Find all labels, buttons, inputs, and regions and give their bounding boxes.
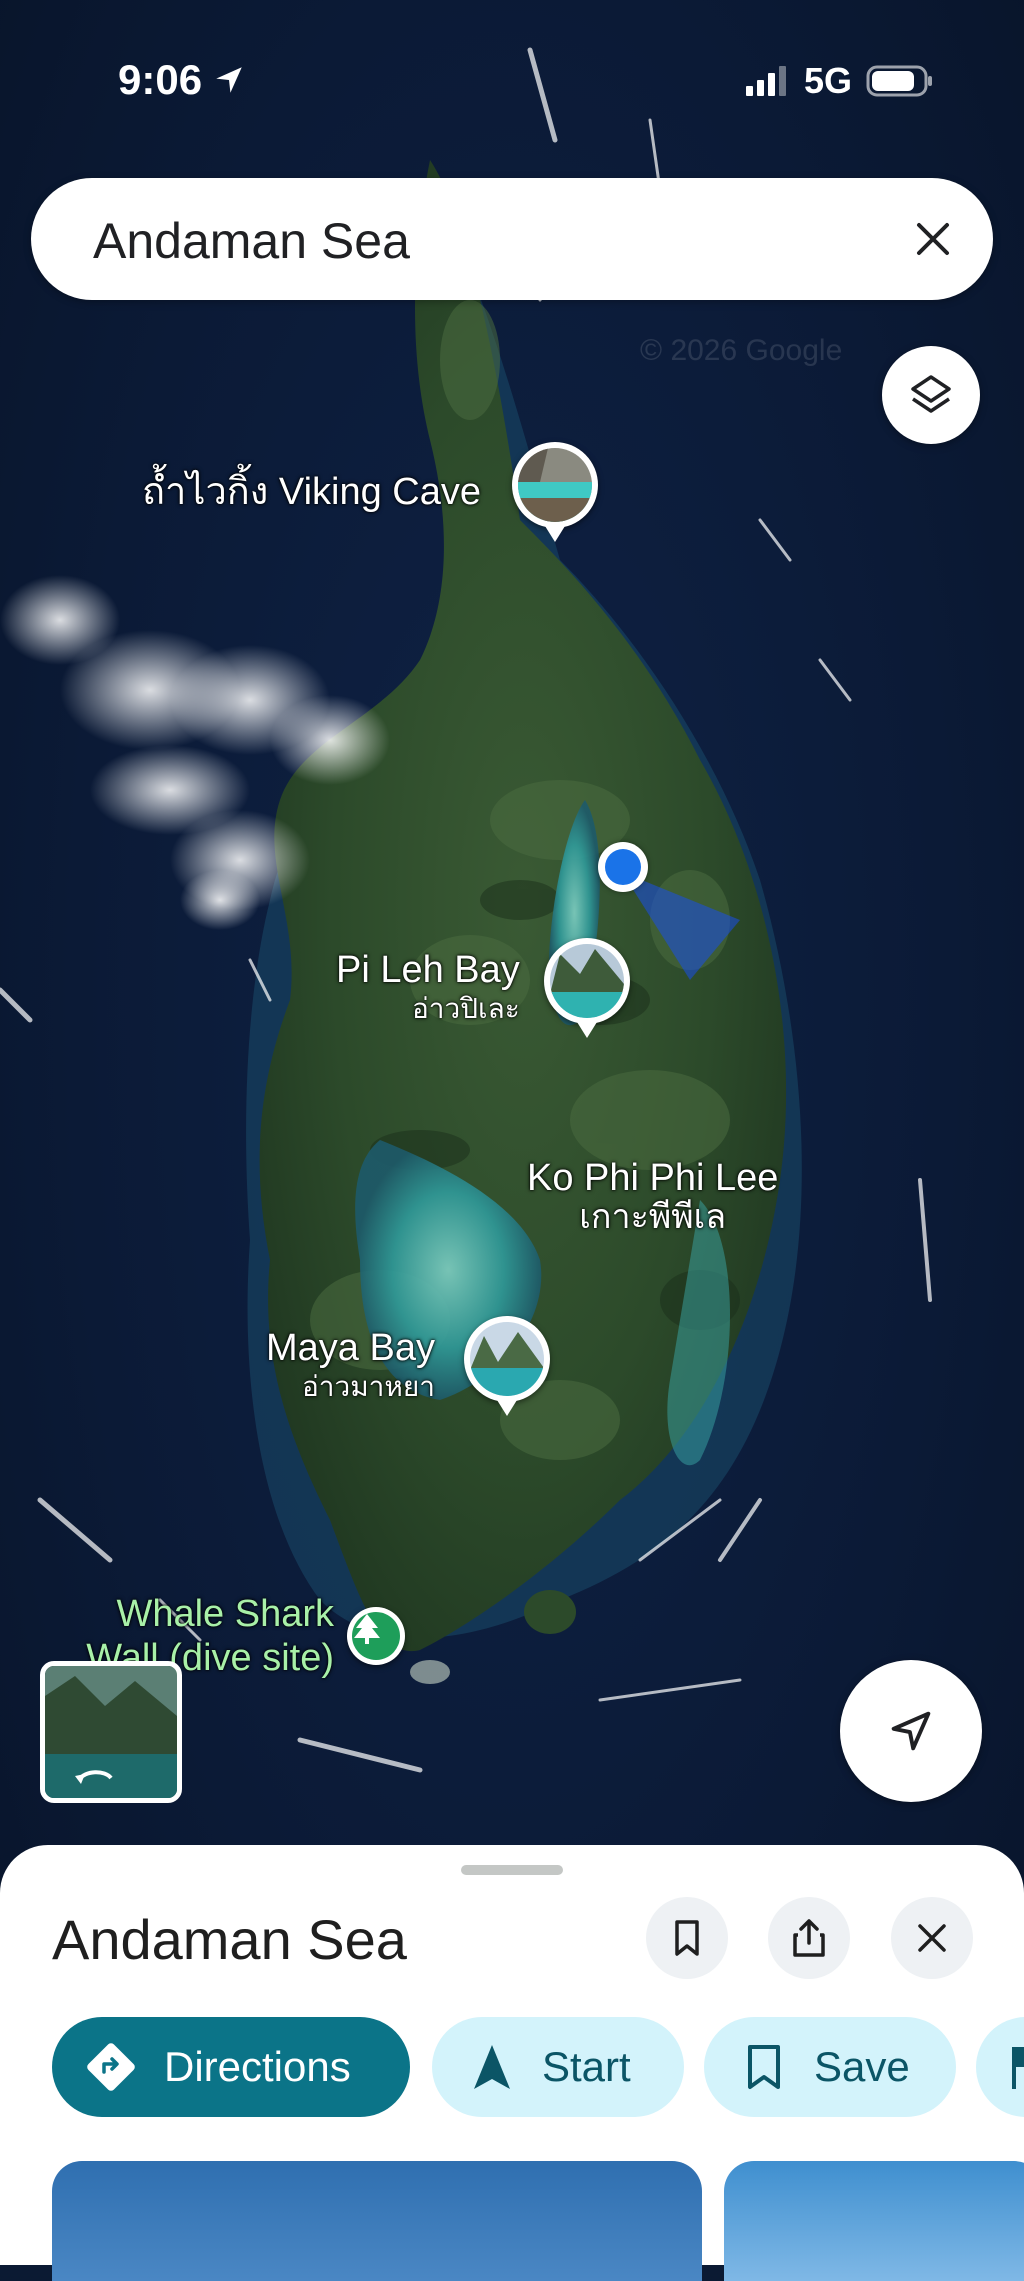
current-location-dot bbox=[598, 842, 648, 892]
save-label: Save bbox=[814, 2043, 910, 2090]
maya-bay-thai-name: อ่าวมาหยา bbox=[301, 1371, 435, 1402]
place-title: Andaman Sea bbox=[52, 1908, 407, 1971]
tree-icon bbox=[352, 1612, 400, 1660]
viking-cave-pin[interactable] bbox=[512, 442, 598, 542]
action-chips: Directions Start Save bbox=[52, 2017, 1024, 2117]
directions-icon bbox=[84, 2040, 138, 2094]
bookmark-icon bbox=[675, 1920, 699, 1956]
network-type: 5G bbox=[803, 60, 852, 101]
more-chip-button[interactable] bbox=[976, 2017, 1024, 2117]
sheet-drag-handle[interactable] bbox=[461, 1865, 563, 1875]
directions-button[interactable]: Directions bbox=[52, 2017, 410, 2117]
place-bottom-sheet[interactable]: Andaman Sea Directions Start Save bbox=[0, 1845, 1024, 2281]
clear-search-button[interactable] bbox=[903, 209, 963, 269]
pi-leh-bay-name: Pi Leh Bay bbox=[336, 949, 520, 991]
close-icon bbox=[918, 1924, 946, 1952]
status-right-group: 5G bbox=[745, 60, 934, 102]
label-ko-phi-phi-lee[interactable]: Ko Phi Phi Lee เกาะพีพีเล bbox=[527, 1156, 778, 1234]
close-sheet-button[interactable] bbox=[891, 1897, 973, 1979]
pi-leh-bay-photo bbox=[550, 944, 624, 1018]
status-time: 9:06 bbox=[118, 56, 203, 103]
navigation-icon bbox=[472, 2043, 512, 2091]
save-icon-button[interactable] bbox=[646, 1897, 728, 1979]
label-viking-cave[interactable]: ถ้ำไวกิ้ง Viking Cave bbox=[142, 470, 481, 514]
status-bar: 9:06 5G bbox=[0, 0, 1024, 170]
my-location-button[interactable] bbox=[840, 1660, 982, 1802]
pi-leh-bay-thai-name: อ่าวปิเละ bbox=[411, 993, 520, 1024]
maya-bay-name: Maya Bay bbox=[266, 1327, 435, 1369]
close-icon bbox=[917, 223, 949, 255]
viking-cave-photo bbox=[518, 448, 592, 522]
navigation-arrow-icon bbox=[891, 1711, 931, 1751]
signal-icon bbox=[745, 66, 786, 96]
status-time-group: 9:06 bbox=[118, 56, 246, 104]
ko-phi-phi-lee-thai-name: เกาะพีพีเล bbox=[579, 1198, 727, 1236]
photo-card-2[interactable] bbox=[724, 2161, 1024, 2281]
viking-cave-name: ถ้ำไวกิ้ง Viking Cave bbox=[142, 471, 481, 513]
location-arrow-icon bbox=[216, 67, 242, 93]
maya-bay-pin[interactable] bbox=[464, 1316, 550, 1416]
save-chip-button[interactable]: Save bbox=[704, 2017, 956, 2117]
map-watermark: © 2026 Google bbox=[640, 334, 842, 367]
battery-icon bbox=[866, 65, 932, 97]
photo-card-1[interactable] bbox=[52, 2161, 702, 2281]
flag-icon bbox=[1010, 2043, 1024, 2091]
label-pi-leh-bay[interactable]: Pi Leh Bay อ่าวปิเละ bbox=[336, 948, 520, 1026]
directions-label: Directions bbox=[164, 2043, 351, 2090]
search-bar[interactable]: Andaman Sea bbox=[31, 178, 993, 300]
whale-shark-wall-pin[interactable] bbox=[347, 1607, 405, 1665]
start-button[interactable]: Start bbox=[432, 2017, 684, 2117]
search-query[interactable]: Andaman Sea bbox=[93, 212, 410, 270]
ko-phi-phi-lee-name: Ko Phi Phi Lee bbox=[527, 1157, 779, 1199]
layers-icon bbox=[911, 375, 951, 413]
bookmark-icon bbox=[744, 2043, 784, 2091]
share-button[interactable] bbox=[768, 1897, 850, 1979]
street-view-thumbnail[interactable] bbox=[40, 1661, 182, 1803]
layers-button[interactable] bbox=[882, 346, 980, 444]
pi-leh-bay-pin[interactable] bbox=[544, 938, 630, 1038]
label-maya-bay[interactable]: Maya Bay อ่าวมาหยา bbox=[266, 1326, 435, 1404]
start-label: Start bbox=[542, 2043, 631, 2090]
share-icon bbox=[793, 1919, 825, 1957]
maya-bay-photo bbox=[470, 1322, 544, 1396]
